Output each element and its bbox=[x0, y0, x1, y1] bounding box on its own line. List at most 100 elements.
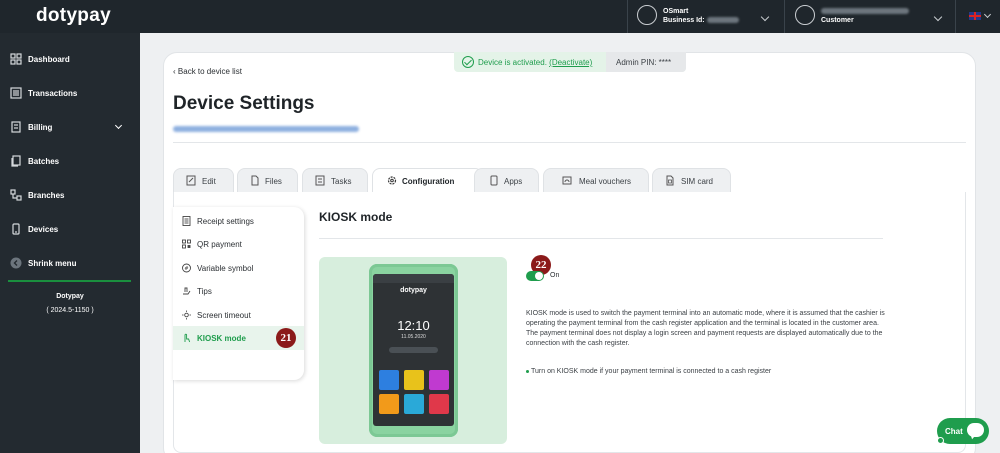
divider bbox=[8, 280, 131, 282]
description-paragraph: The payment terminal does not display a … bbox=[526, 330, 883, 347]
shrink-icon bbox=[10, 257, 22, 269]
back-link[interactable]: ‹ Back to device list bbox=[173, 67, 242, 76]
app-logo[interactable]: dotypay bbox=[36, 5, 111, 27]
tasks-icon bbox=[315, 175, 325, 186]
svg-text:#: # bbox=[184, 266, 188, 272]
file-icon bbox=[251, 175, 259, 186]
kiosk-mode-toggle[interactable] bbox=[526, 271, 544, 281]
description-paragraph: KIOSK mode is used to switch the payment… bbox=[526, 310, 885, 327]
admin-pin-box: Admin PIN: **** bbox=[606, 52, 686, 72]
page-title: Device Settings bbox=[173, 93, 315, 114]
chat-button[interactable]: Chat bbox=[937, 418, 989, 444]
submenu-item-qr-payment[interactable]: QR payment bbox=[173, 232, 304, 256]
divider bbox=[627, 0, 628, 33]
voucher-icon bbox=[562, 176, 572, 185]
shrink-menu-button[interactable]: Shrink menu bbox=[0, 252, 140, 276]
sidebar-item-batches[interactable]: Batches bbox=[0, 150, 140, 174]
kiosk-description: KIOSK mode is used to switch the payment… bbox=[526, 309, 888, 349]
section-title: KIOSK mode bbox=[319, 210, 393, 224]
tab-label: Apps bbox=[504, 177, 523, 186]
check-circle-icon bbox=[462, 56, 474, 68]
tab-files[interactable]: Files bbox=[237, 168, 298, 192]
sidebar-item-label: Batches bbox=[28, 157, 60, 166]
user-account-selector[interactable]: Customer bbox=[795, 5, 945, 27]
activated-text: Device is activated. bbox=[478, 58, 547, 67]
configuration-submenu: Receipt settings QR payment # Variable s… bbox=[173, 207, 304, 380]
bullet-icon bbox=[526, 369, 529, 373]
submenu-label: KIOSK mode bbox=[197, 334, 246, 343]
submenu-item-variable-symbol[interactable]: # Variable symbol bbox=[173, 256, 304, 280]
sidebar-item-label: Billing bbox=[28, 123, 53, 132]
divider bbox=[955, 0, 956, 33]
chevron-down-icon[interactable] bbox=[983, 10, 992, 19]
tip-text: Turn on KIOSK mode if your payment termi… bbox=[531, 368, 772, 375]
brightness-icon bbox=[182, 310, 191, 320]
sidebar-item-branches[interactable]: Branches bbox=[0, 184, 140, 208]
sidebar: Dashboard Transactions Billing Batches B… bbox=[0, 33, 140, 453]
sidebar-item-label: Dashboard bbox=[28, 55, 70, 64]
sidebar-item-billing[interactable]: Billing bbox=[0, 116, 140, 140]
tab-label: Configuration bbox=[402, 177, 455, 186]
tab-label: SIM card bbox=[681, 177, 714, 186]
building-icon bbox=[637, 5, 657, 25]
divider bbox=[319, 238, 883, 239]
hashtag-icon: # bbox=[182, 263, 191, 273]
tab-label: Edit bbox=[202, 177, 216, 186]
chevron-left-icon: ‹ bbox=[173, 67, 176, 76]
gear-icon bbox=[387, 176, 397, 185]
terminal-illustration: dotypay 12:10 11.05.2020 bbox=[319, 257, 507, 444]
business-id-label: Business Id: bbox=[663, 17, 705, 24]
phone-icon bbox=[490, 175, 498, 186]
footer-version: ( 2024.5-1150 ) bbox=[46, 307, 94, 314]
edit-icon bbox=[186, 175, 196, 186]
tab-configuration[interactable]: Configuration bbox=[372, 168, 483, 193]
branches-icon bbox=[10, 189, 22, 201]
business-account-selector[interactable]: OSmart Business Id: bbox=[637, 5, 777, 27]
chevron-down-icon bbox=[114, 121, 123, 130]
chat-bubble-icon bbox=[967, 423, 984, 437]
touch-hand-icon bbox=[184, 333, 191, 343]
sim-card-icon bbox=[666, 175, 674, 186]
business-id-value bbox=[706, 17, 739, 24]
payment-terminal-image: dotypay 12:10 11.05.2020 bbox=[369, 264, 458, 437]
batches-icon bbox=[11, 155, 21, 167]
divider bbox=[173, 142, 966, 143]
transactions-icon bbox=[10, 87, 22, 99]
toggle-label: On bbox=[550, 272, 560, 279]
submenu-item-screen-timeout[interactable]: Screen timeout bbox=[173, 303, 304, 327]
account-name: OSmart bbox=[663, 8, 689, 15]
tab-meal-vouchers[interactable]: Meal vouchers bbox=[543, 168, 649, 192]
receipt-icon bbox=[182, 216, 191, 226]
sidebar-item-label: Devices bbox=[28, 225, 59, 234]
qr-code-icon bbox=[182, 239, 191, 249]
sidebar-item-devices[interactable]: Devices bbox=[0, 218, 140, 242]
submenu-label: Tips bbox=[197, 287, 212, 296]
tab-edit[interactable]: Edit bbox=[173, 168, 234, 192]
submenu-label: Receipt settings bbox=[197, 217, 254, 226]
tab-label: Files bbox=[265, 177, 282, 186]
chat-label: Chat bbox=[945, 427, 963, 436]
status-dot bbox=[937, 437, 944, 444]
back-link-label: Back to device list bbox=[177, 67, 242, 76]
uk-flag-icon[interactable] bbox=[969, 12, 981, 20]
deactivate-link[interactable]: (Deactivate) bbox=[549, 58, 592, 67]
sidebar-item-label: Transactions bbox=[28, 89, 78, 98]
chevron-down-icon bbox=[933, 12, 943, 22]
divider bbox=[784, 0, 785, 33]
sidebar-item-label: Branches bbox=[28, 191, 65, 200]
sidebar-item-dashboard[interactable]: Dashboard bbox=[0, 48, 140, 72]
user-icon bbox=[795, 5, 815, 25]
kiosk-tip: Turn on KIOSK mode if your payment termi… bbox=[526, 368, 771, 375]
tab-apps[interactable]: Apps bbox=[474, 168, 539, 192]
tip-hand-icon bbox=[183, 287, 191, 295]
tab-label: Tasks bbox=[331, 177, 352, 186]
tab-sim-card[interactable]: SIM card bbox=[652, 168, 731, 192]
chevron-down-icon bbox=[760, 12, 770, 22]
submenu-item-tips[interactable]: Tips bbox=[173, 279, 304, 303]
submenu-item-receipt-settings[interactable]: Receipt settings bbox=[173, 209, 304, 233]
user-email bbox=[821, 8, 909, 15]
devices-icon bbox=[12, 223, 20, 235]
tab-tasks[interactable]: Tasks bbox=[302, 168, 368, 192]
sidebar-item-transactions[interactable]: Transactions bbox=[0, 82, 140, 106]
device-name-redacted bbox=[173, 126, 359, 132]
